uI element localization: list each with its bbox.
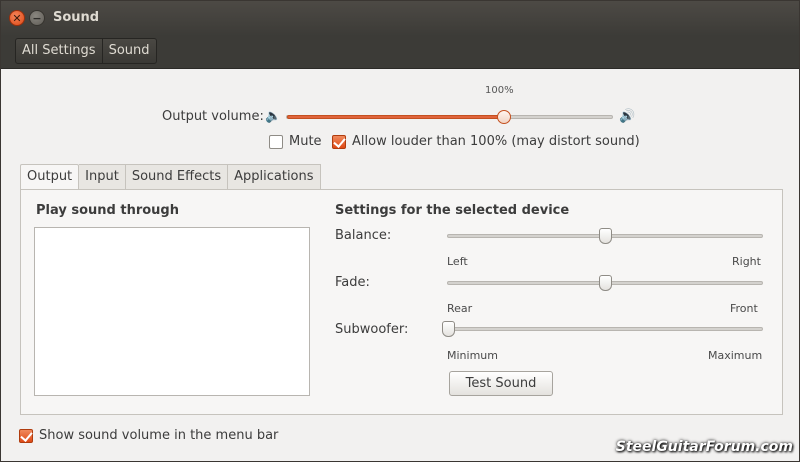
- subwoofer-label: Subwoofer:: [335, 322, 409, 337]
- test-sound-button[interactable]: Test Sound: [449, 371, 553, 396]
- title-bar: ✕ − Sound: [1, 1, 799, 36]
- window-title: Sound: [53, 10, 100, 25]
- fade-label: Fade:: [335, 275, 370, 290]
- show-volume-checkbox[interactable]: [19, 429, 33, 443]
- speaker-high-icon: 🔊: [619, 109, 636, 124]
- watermark: SteelGuitarForum.com: [615, 439, 793, 455]
- sound-tabs: Output Input Sound Effects Applications: [20, 164, 321, 190]
- output-device-list[interactable]: [34, 227, 310, 396]
- subwoofer-handle[interactable]: [442, 321, 455, 337]
- balance-right-label: Right: [732, 255, 761, 268]
- speaker-low-icon: 🔈: [265, 109, 282, 124]
- mute-label[interactable]: Mute: [289, 134, 322, 149]
- tab-applications[interactable]: Applications: [228, 164, 321, 189]
- sound-settings-window: ✕ − Sound All Settings Sound Output volu…: [0, 0, 800, 462]
- play-sound-through-heading: Play sound through: [36, 203, 179, 218]
- allow-louder-checkbox[interactable]: [332, 135, 346, 149]
- fade-slider[interactable]: [447, 275, 763, 291]
- allow-louder-label[interactable]: Allow louder than 100% (may distort soun…: [352, 134, 640, 149]
- minimize-icon[interactable]: −: [29, 10, 45, 26]
- balance-handle[interactable]: [599, 228, 612, 244]
- breadcrumb: All Settings Sound: [15, 38, 157, 64]
- device-settings-heading: Settings for the selected device: [335, 203, 570, 218]
- tab-output[interactable]: Output: [20, 164, 80, 190]
- subwoofer-maximum-label: Maximum: [708, 349, 763, 362]
- subwoofer-slider[interactable]: [442, 321, 763, 337]
- balance-slider[interactable]: [447, 228, 763, 244]
- output-volume-slider[interactable]: [286, 110, 613, 124]
- tab-input[interactable]: Input: [79, 164, 126, 189]
- close-icon[interactable]: ✕: [9, 10, 25, 26]
- toolbar: All Settings Sound: [1, 36, 799, 69]
- fade-handle[interactable]: [599, 275, 612, 291]
- breadcrumb-all-settings[interactable]: All Settings: [16, 39, 102, 63]
- mute-checkbox[interactable]: [269, 135, 283, 149]
- output-volume-handle[interactable]: [497, 110, 511, 124]
- volume-100-percent-mark: 100%: [485, 85, 514, 96]
- breadcrumb-sound[interactable]: Sound: [101, 39, 156, 63]
- fade-rear-label: Rear: [447, 302, 473, 315]
- tab-sound-effects[interactable]: Sound Effects: [125, 164, 229, 189]
- fade-front-label: Front: [730, 302, 758, 315]
- output-volume-label: Output volume:: [162, 109, 264, 124]
- output-volume-fill: [287, 115, 504, 119]
- balance-left-label: Left: [447, 255, 468, 268]
- balance-label: Balance:: [335, 228, 392, 243]
- show-volume-label[interactable]: Show sound volume in the menu bar: [39, 428, 278, 443]
- subwoofer-minimum-label: Minimum: [447, 349, 498, 362]
